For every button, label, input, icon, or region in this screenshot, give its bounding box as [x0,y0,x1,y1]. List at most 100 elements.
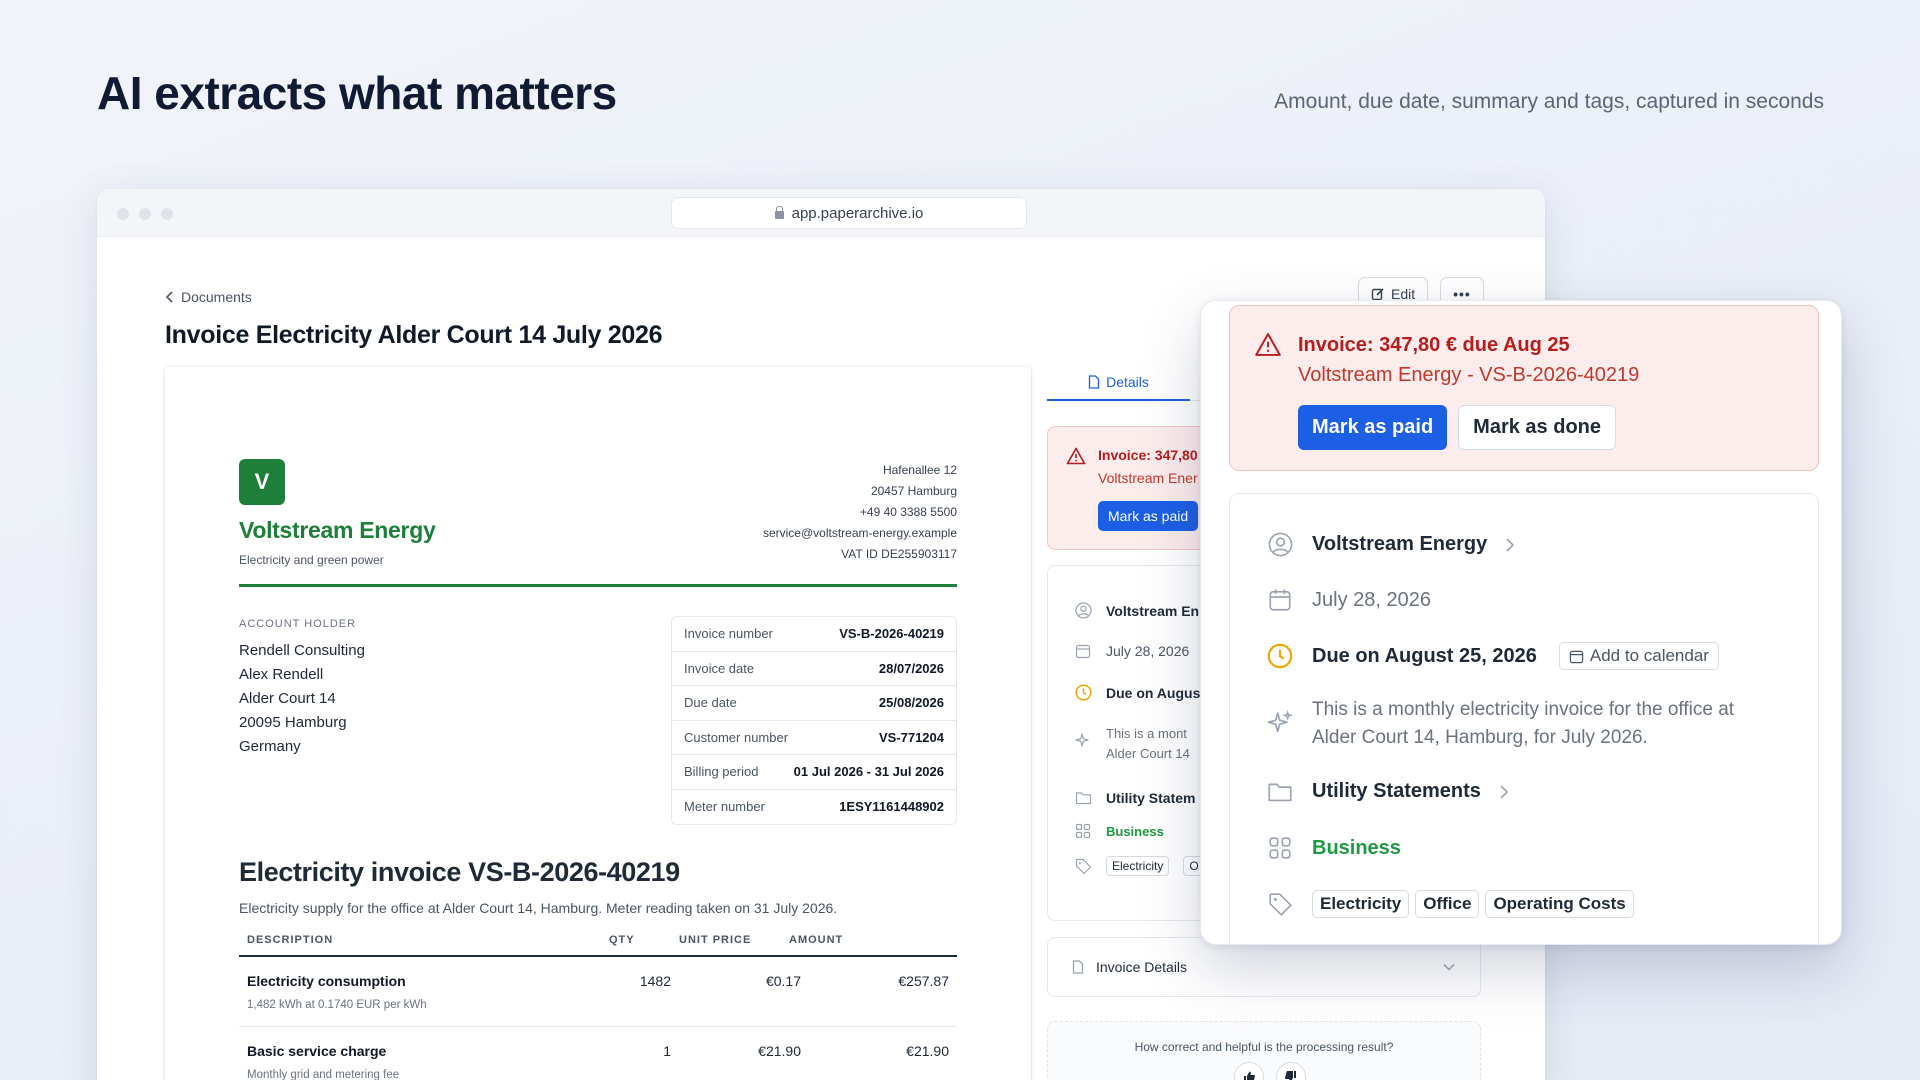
item-sub: 1,482 kWh at 0.1740 EUR per kWh [247,999,427,1011]
zoom-folder-row[interactable]: Utility Statements [1266,780,1509,803]
meta-row: Invoice date 28/07/2026 [672,652,956,686]
thumbs-up-button[interactable] [1234,1062,1264,1080]
meta-key: Meter number [684,799,765,815]
detail-category[interactable]: Business [1074,823,1164,839]
tag-chip-operating-costs[interactable]: Operating Costs [1485,890,1634,918]
window-controls [117,208,173,220]
tab-details-label: Details [1106,374,1149,390]
invoice-details-label: Invoice Details [1096,959,1188,975]
detail-summary: This is a mont Alder Court 14 [1074,724,1190,764]
document-icon [1088,375,1100,389]
item-amount: €21.90 [906,1043,949,1059]
detail-due-text: Due on Augus [1106,684,1201,701]
document-icon [1072,960,1084,974]
feedback-actions [1234,1062,1306,1080]
zoom-date-text: July 28, 2026 [1312,588,1431,611]
meta-value: 1ESY1161448902 [839,799,944,815]
url-text: app.paperarchive.io [791,204,924,222]
meta-key: Billing period [684,764,759,780]
col-unit-price: UNIT PRICE [679,934,752,946]
zoom-payment-alert: Invoice: 347,80 € due Aug 25 Voltstream … [1229,305,1819,471]
tag-chip-office[interactable]: Office [1415,890,1480,918]
invoice-details-accordion[interactable]: Invoice Details [1047,937,1481,997]
sparkles-icon [1267,710,1293,733]
meta-row: Invoice number VS-B-2026-40219 [672,617,956,652]
divider [239,584,957,587]
meta-key: Invoice date [684,660,755,676]
meta-key: Invoice number [684,626,773,642]
summary-line-1: This is a mont [1106,726,1187,741]
calendar-icon [1569,650,1584,663]
col-qty: QTY [609,934,635,946]
folder-icon [1268,783,1292,801]
clock-icon [1074,684,1092,701]
mark-as-paid-button[interactable]: Mark as paid [1298,405,1448,450]
meta-value: 28/07/2026 [878,660,944,676]
zoom-tag-list: Electricity Office Operating Costs [1312,890,1634,918]
sender-city: 20457 Hamburg [870,484,957,498]
zoom-alert-actions: Mark as paid Mark as done [1298,405,1616,450]
tag-icon [1268,892,1292,916]
invoice-meta-table: Invoice number VS-B-2026-40219 Invoice da… [671,616,957,825]
meta-value: VS-B-2026-40219 [839,626,944,642]
meta-value: 01 Jul 2026 - 31 Jul 2026 [793,764,944,780]
tab-details[interactable]: Details [1047,365,1190,401]
page-title: Invoice Electricity Alder Court 14 July … [165,321,663,349]
item-unit-price: €0.17 [765,973,801,989]
url-bar[interactable]: app.paperarchive.io [671,197,1027,229]
calendar-icon [1269,589,1291,611]
invoice-heading: Electricity invoice VS-B-2026-40219 [239,857,680,887]
zoom-details-list: Voltstream Energy July 28, 2026 Due on A… [1229,493,1819,944]
col-description: DESCRIPTION [247,934,334,946]
thumbs-down-button[interactable] [1276,1062,1306,1080]
clock-icon [1267,643,1293,669]
zoom-category-row[interactable]: Business [1266,836,1401,860]
window-dot-close[interactable] [117,208,129,220]
hero-title: AI extracts what matters [97,67,617,119]
chevron-left-icon [165,291,173,303]
mark-paid-button[interactable]: Mark as paid [1098,501,1199,531]
tag-chip[interactable]: Electricity [1106,856,1170,876]
breadcrumb-documents[interactable]: Documents [181,289,252,305]
zoom-date-row: July 28, 2026 [1266,588,1431,612]
detail-vendor[interactable]: Voltstream En [1074,602,1199,619]
detail-category-text: Business [1106,823,1164,839]
feedback-box: How correct and helpful is the processin… [1047,1021,1481,1080]
meta-row: Customer number VS-771204 [672,721,956,755]
zoom-summary-text: This is a monthly electricity invoice fo… [1312,699,1735,748]
meta-key: Customer number [684,729,789,745]
user-circle-icon [1268,532,1292,557]
meta-value: 25/08/2026 [878,695,944,711]
window-dot-minimize[interactable] [139,208,151,220]
zoomed-details-card: Invoice: 347,80 € due Aug 25 Voltstream … [1200,300,1842,945]
item-qty: 1482 [639,973,671,989]
account-city: 20095 Hamburg [239,714,347,731]
window-dot-maximize[interactable] [161,208,173,220]
sender-address: Hafenallee 12 20457 Hamburg +49 40 3388 … [763,460,957,565]
breadcrumb[interactable]: Documents [165,289,252,305]
detail-due: Due on Augus [1074,684,1200,701]
edit-icon [1371,288,1384,301]
zoom-due-row: Due on August 25, 2026 Add to calendar [1266,642,1719,670]
detail-folder[interactable]: Utility Statem [1074,790,1195,806]
tag-chip-electricity[interactable]: Electricity [1312,890,1410,918]
vendor-name: Voltstream Energy [239,517,436,543]
item-unit-price: €21.90 [758,1043,801,1059]
mark-as-done-button[interactable]: Mark as done [1458,405,1616,450]
chevron-right-icon [1500,784,1509,799]
detail-folder-text: Utility Statem [1106,790,1196,806]
zoom-vendor-row[interactable]: Voltstream Energy [1266,532,1515,557]
line-items-table: DESCRIPTION QTY UNIT PRICE AMOUNT Electr… [239,925,957,1080]
item-qty: 1 [663,1043,671,1059]
warning-icon [1255,333,1281,356]
zoom-category-text: Business [1312,836,1401,859]
chevron-right-icon [1506,537,1515,552]
line-items-header: DESCRIPTION QTY UNIT PRICE AMOUNT [239,925,957,957]
sparkles-icon [1074,733,1089,747]
zoom-vendor-text: Voltstream Energy [1312,533,1488,555]
zoom-alert-title: Invoice: 347,80 € due Aug 25 [1298,334,1570,356]
thumbs-down-icon [1285,1071,1296,1080]
vendor-tagline: Electricity and green power [239,553,384,567]
add-to-calendar-button[interactable]: Add to calendar [1558,642,1719,670]
hero-subtitle: Amount, due date, summary and tags, capt… [1274,90,1824,113]
